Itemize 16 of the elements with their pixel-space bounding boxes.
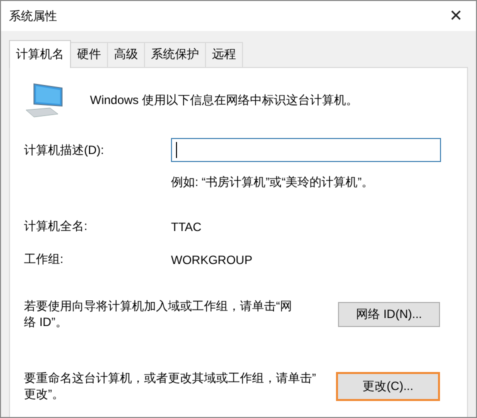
- tab[interactable]: 计算机名: [9, 40, 71, 68]
- instruction-text: 要重命名这台计算机，或者更改其域或工作组，请单击” 更改”。: [24, 370, 316, 402]
- description-field[interactable]: [171, 138, 441, 162]
- window-title: 系统属性: [9, 8, 57, 24]
- info-value: TTAC: [171, 220, 202, 234]
- info-label: 计算机全名:: [24, 218, 88, 235]
- intro-text: Windows 使用以下信息在网络中标识这台计算机。: [90, 92, 358, 108]
- info-value: WORKGROUP: [171, 252, 252, 266]
- hint-text: 例如: “书房计算机”或“美玲的计算机”。: [171, 174, 375, 191]
- info-label: 工作组:: [24, 251, 64, 268]
- action-button[interactable]: 网络 ID(N)...: [338, 302, 440, 326]
- tab[interactable]: 远程: [205, 42, 243, 67]
- field-label: 计算机描述(D):: [24, 142, 105, 158]
- instruction-text: 若要使用向导将计算机加入域或工作组，请单击“网 络 ID”。: [24, 298, 292, 330]
- close-button[interactable]: ✕: [436, 1, 476, 31]
- action-button[interactable]: 更改(C)...: [336, 372, 440, 400]
